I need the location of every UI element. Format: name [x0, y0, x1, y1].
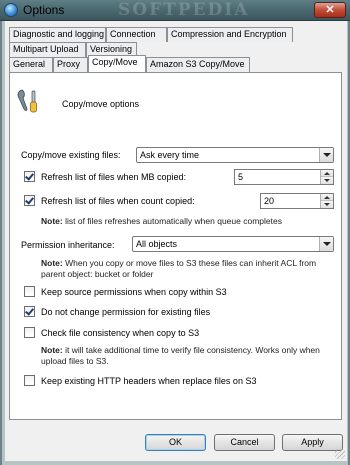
- spin-up-icon[interactable]: [321, 170, 333, 177]
- refresh-count-label: Refresh list of files when count copied:: [41, 196, 195, 206]
- close-button[interactable]: ✕: [314, 2, 346, 18]
- refresh-mb-checkbox[interactable]: [24, 171, 35, 182]
- title-bar[interactable]: Options SOFTPEDIA ✕: [0, 0, 350, 21]
- check-consistency-checkbox[interactable]: [24, 327, 35, 338]
- keep-http-headers-checkbox[interactable]: [24, 375, 35, 386]
- resize-grip-icon[interactable]: [335, 449, 345, 459]
- tab-panel-copy-move: Copy/move options Copy/move existing fil…: [9, 72, 342, 420]
- permission-inheritance-label: Permission inheritance:: [21, 240, 115, 250]
- refresh-mb-spinner[interactable]: 5: [234, 169, 334, 185]
- spin-down-icon[interactable]: [321, 177, 333, 184]
- refresh-mb-label: Refresh list of files when MB copied:: [41, 172, 187, 182]
- keep-http-headers-label: Keep existing HTTP headers when replace …: [41, 376, 257, 386]
- keep-source-permissions-checkbox[interactable]: [24, 286, 35, 297]
- permission-inheritance-select[interactable]: All objects: [132, 236, 334, 252]
- note-acl: Note: When you copy or move files to S3 …: [41, 258, 317, 279]
- do-not-change-permission-checkbox[interactable]: [24, 306, 35, 317]
- tab-connection[interactable]: Connection: [106, 27, 167, 42]
- keep-source-permissions-label: Keep source permissions when copy within…: [41, 287, 227, 297]
- note-consistency: Note: it will take additional time to ve…: [41, 345, 320, 366]
- dialog-client: Diagnostic and logging Connection Compre…: [5, 21, 347, 461]
- chevron-down-icon[interactable]: [319, 237, 333, 251]
- tab-diagnostic-logging[interactable]: Diagnostic and logging: [9, 27, 106, 42]
- refresh-count-spinner[interactable]: 20: [260, 193, 334, 209]
- ok-button[interactable]: OK: [145, 434, 206, 451]
- wrench-screwdriver-icon: [17, 89, 37, 113]
- spin-up-icon[interactable]: [321, 194, 333, 201]
- window-frame: Diagnostic and logging Connection Compre…: [0, 21, 350, 465]
- tab-copy-move[interactable]: Copy/Move: [88, 55, 146, 72]
- tab-amazon-s3-copy-move[interactable]: Amazon S3 Copy/Move: [146, 57, 250, 72]
- spin-down-icon[interactable]: [321, 201, 333, 208]
- copy-move-existing-select[interactable]: Ask every time: [136, 147, 334, 163]
- apply-button[interactable]: Apply: [282, 434, 343, 451]
- check-consistency-label: Check file consistency when copy to S3: [41, 328, 200, 338]
- note-refresh: Note: list of files refreshes automatica…: [41, 216, 282, 226]
- close-icon: ✕: [325, 4, 335, 16]
- cancel-button[interactable]: Cancel: [214, 434, 275, 451]
- tab-general[interactable]: General: [9, 57, 53, 72]
- copy-move-existing-label: Copy/move existing files:: [21, 150, 121, 160]
- window-title: Options: [23, 3, 65, 17]
- divider: [21, 128, 333, 129]
- watermark: SOFTPEDIA: [118, 0, 250, 20]
- tab-multipart-upload[interactable]: Multipart Upload: [9, 42, 86, 57]
- chevron-down-icon[interactable]: [319, 148, 333, 162]
- tab-compression-encryption[interactable]: Compression and Encryption: [167, 27, 293, 42]
- section-title: Copy/move options: [62, 99, 140, 109]
- do-not-change-permission-label: Do not change permission for existing fi…: [41, 307, 211, 317]
- app-icon: [4, 3, 18, 17]
- refresh-count-checkbox[interactable]: [24, 195, 35, 206]
- tab-proxy[interactable]: Proxy: [53, 57, 88, 72]
